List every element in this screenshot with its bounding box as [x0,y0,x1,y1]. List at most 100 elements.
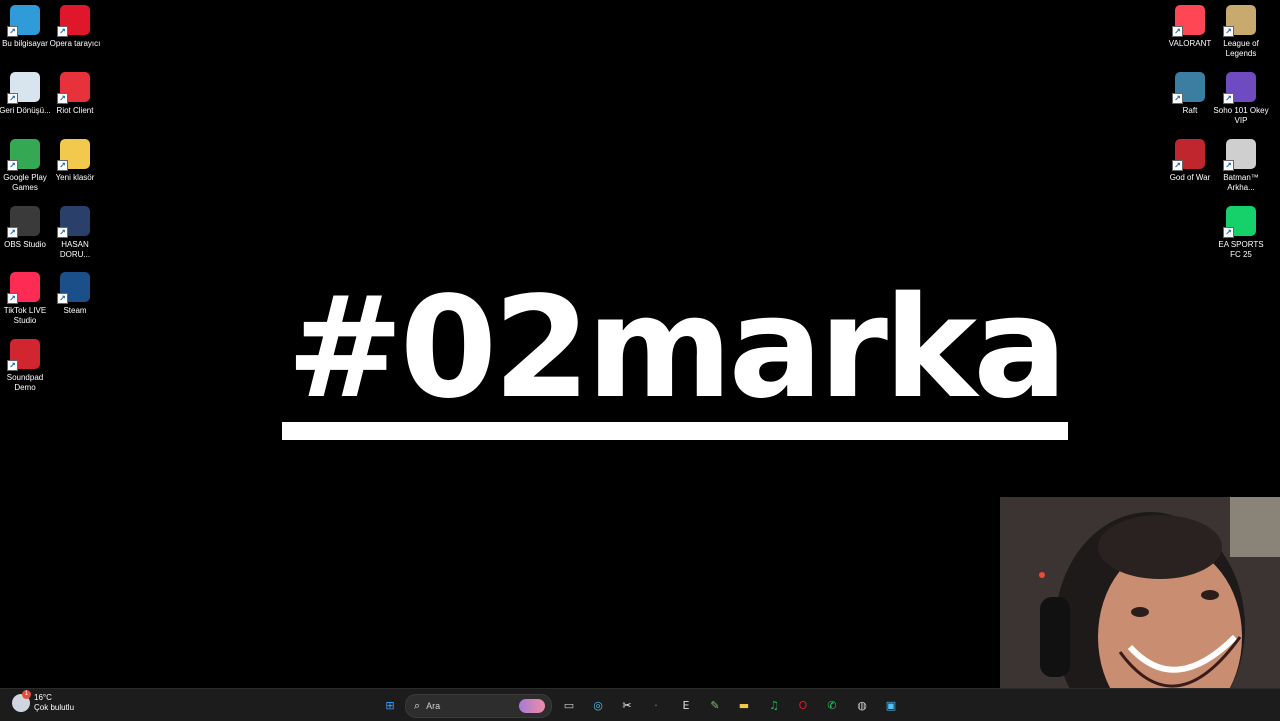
soundpad-icon: ↗ [7,339,40,371]
desktop-icon[interactable]: ↗ League of Legends [1216,5,1266,59]
desktop-icon-label: VALORANT [1168,39,1212,48]
shortcut-arrow-icon: ↗ [1223,160,1234,171]
desktop-icon-label: Opera tarayıcı [49,39,101,48]
shortcut-arrow-icon: ↗ [57,160,68,171]
desktop-icon-label: HASAN DORU... [59,240,91,259]
okey-icon: ↗ [1223,72,1256,104]
brand-text: #02marka [286,267,1067,430]
shortcut-arrow-icon: ↗ [57,293,68,304]
google-play-games-icon: ↗ [7,139,40,171]
desktop-icon-label: Batman™ Arkha... [1223,173,1259,192]
shortcut-arrow-icon: ↗ [7,360,18,371]
webcam-overlay [1000,497,1280,720]
shortcut-arrow-icon: ↗ [1223,93,1234,104]
cloud-icon: 1 [12,690,31,712]
raft-icon: ↗ [1172,72,1205,104]
whatsapp-icon[interactable]: ✆ [822,695,842,715]
obs-icon[interactable]: ◍ [852,695,872,715]
desktop-icon-label: League of Legends [1223,39,1259,58]
weather-widget[interactable]: 1 16°C Çok bulutlu [12,690,74,713]
recycle-bin-icon: ↗ [7,72,40,104]
desktop-icon[interactable]: ↗ Riot Client [50,72,100,116]
ea-fc-icon: ↗ [1223,206,1256,238]
desktop-icon-label: God of War [1169,173,1211,182]
desktop-icon-label: Raft [1182,106,1198,115]
desktop-icon[interactable]: ↗ Soundpad Demo [0,339,50,393]
shortcut-arrow-icon: ↗ [1223,26,1234,37]
shortcut-arrow-icon: ↗ [1172,26,1183,37]
league-of-legends-icon: ↗ [1223,5,1256,37]
opera-icon: ↗ [57,5,90,37]
shortcut-arrow-icon: ↗ [7,93,18,104]
shortcut-arrow-icon: ↗ [1223,227,1234,238]
desktop-icon[interactable]: ↗ Soho 101 Okey VIP [1213,72,1269,126]
file-explorer-icon[interactable]: ▬ [734,695,754,715]
desktop-icon-label: Google Play Games [3,173,47,192]
desktop-icon-label: Soundpad Demo [6,373,44,392]
desktop-icon[interactable]: ↗ HASAN DORU... [50,206,100,260]
desktop-icon[interactable]: ↗ Steam [50,272,100,316]
desktop-icon[interactable]: ↗ Bu bilgisayar [0,5,50,49]
desktop-icon[interactable]: ↗ OBS Studio [0,206,50,250]
wallpaper-brand: #02marka [282,274,1068,442]
desktop-icon-label: EA SPORTS FC 25 [1218,240,1264,259]
shortcut-arrow-icon: ↗ [57,93,68,104]
taskbar-search[interactable]: ⌕ Ara [405,694,552,718]
desktop-icon-label: OBS Studio [4,240,46,249]
capcut-icon[interactable]: ✂ [617,695,637,715]
opera-icon[interactable]: O [793,695,813,715]
start-button-icon[interactable]: ⊞ [380,695,400,715]
desktop-icon-label: Geri Dönüşü... [0,106,51,115]
shortcut-arrow-icon: ↗ [7,26,18,37]
riot-icon: ↗ [57,72,90,104]
steam-icon: ↗ [57,272,90,304]
shortcut-arrow-icon: ↗ [1172,93,1183,104]
weather-temp: 16°C [34,693,52,702]
desktop-icon-label: Steam [63,306,87,315]
desktop-icon[interactable]: ↗ Batman™ Arkha... [1216,139,1266,193]
desktop-icon[interactable]: ↗ EA SPORTS FC 25 [1216,206,1266,260]
folder-icon: ↗ [57,139,90,171]
desktop-icon-label: Soho 101 Okey VIP [1213,106,1269,125]
shortcut-arrow-icon: ↗ [7,227,18,238]
desktop-icon[interactable]: ↗ Opera tarayıcı [50,5,100,49]
notification-badge: 1 [22,690,31,699]
tiktok-icon: ↗ [7,272,40,304]
desktop-icon[interactable]: ↗ Geri Dönüşü... [0,72,51,116]
shortcut-arrow-icon: ↗ [7,160,18,171]
desktop-icon[interactable]: ↗ TikTok LIVE Studio [0,272,50,326]
copilot-icon[interactable]: ◎ [588,695,608,715]
weather-condition: Çok bulutlu [34,703,75,712]
god-of-war-icon: ↗ [1172,139,1205,171]
desktop-icon[interactable]: ↗ Google Play Games [0,139,50,193]
obs-icon: ↗ [7,206,40,238]
shortcut-arrow-icon: ↗ [57,26,68,37]
taskbar: 1 16°C Çok bulutlu ⊞ ▭ ◎ ✂ · E ✎ ▬ ♫ O ✆ ◍ ▣ ⌕ Ara [0,688,1280,721]
shortcut-arrow-icon: ↗ [57,227,68,238]
search-placeholder: Ara [426,701,441,711]
video-file-icon: ↗ [57,206,90,238]
desktop-icon-label: TikTok LIVE Studio [3,306,47,325]
valorant-icon: ↗ [1172,5,1205,37]
notepad-plus-icon[interactable]: ✎ [705,695,725,715]
shortcut-arrow-icon: ↗ [7,293,18,304]
desktop-icon[interactable]: ↗ Yeni klasör [50,139,100,183]
webcam-person-image [1000,497,1280,720]
task-view-icon[interactable]: ▭ [559,695,579,715]
desktop-icon[interactable]: ↗ VALORANT [1165,5,1215,49]
desktop-icon[interactable]: ↗ God of War [1165,139,1215,183]
desktop-icon-label: Bu bilgisayar [2,39,48,48]
batman-icon: ↗ [1223,139,1256,171]
search-icon: ⌕ [414,699,421,712]
spotify-icon[interactable]: ♫ [764,695,784,715]
weather-text: 16°C Çok bulutlu [34,693,74,713]
monitor-icon: ↗ [7,5,40,37]
desktop-icon[interactable]: ↗ Raft [1165,72,1215,116]
shortcut-arrow-icon: ↗ [1172,160,1183,171]
separator-icon: · [654,698,658,712]
brand-underline [282,422,1068,440]
store-icon[interactable]: ▣ [881,695,901,715]
desktop-icon-label: Yeni klasör [55,173,95,182]
epic-games-icon[interactable]: E [676,695,696,715]
search-highlight-icon [519,699,545,713]
